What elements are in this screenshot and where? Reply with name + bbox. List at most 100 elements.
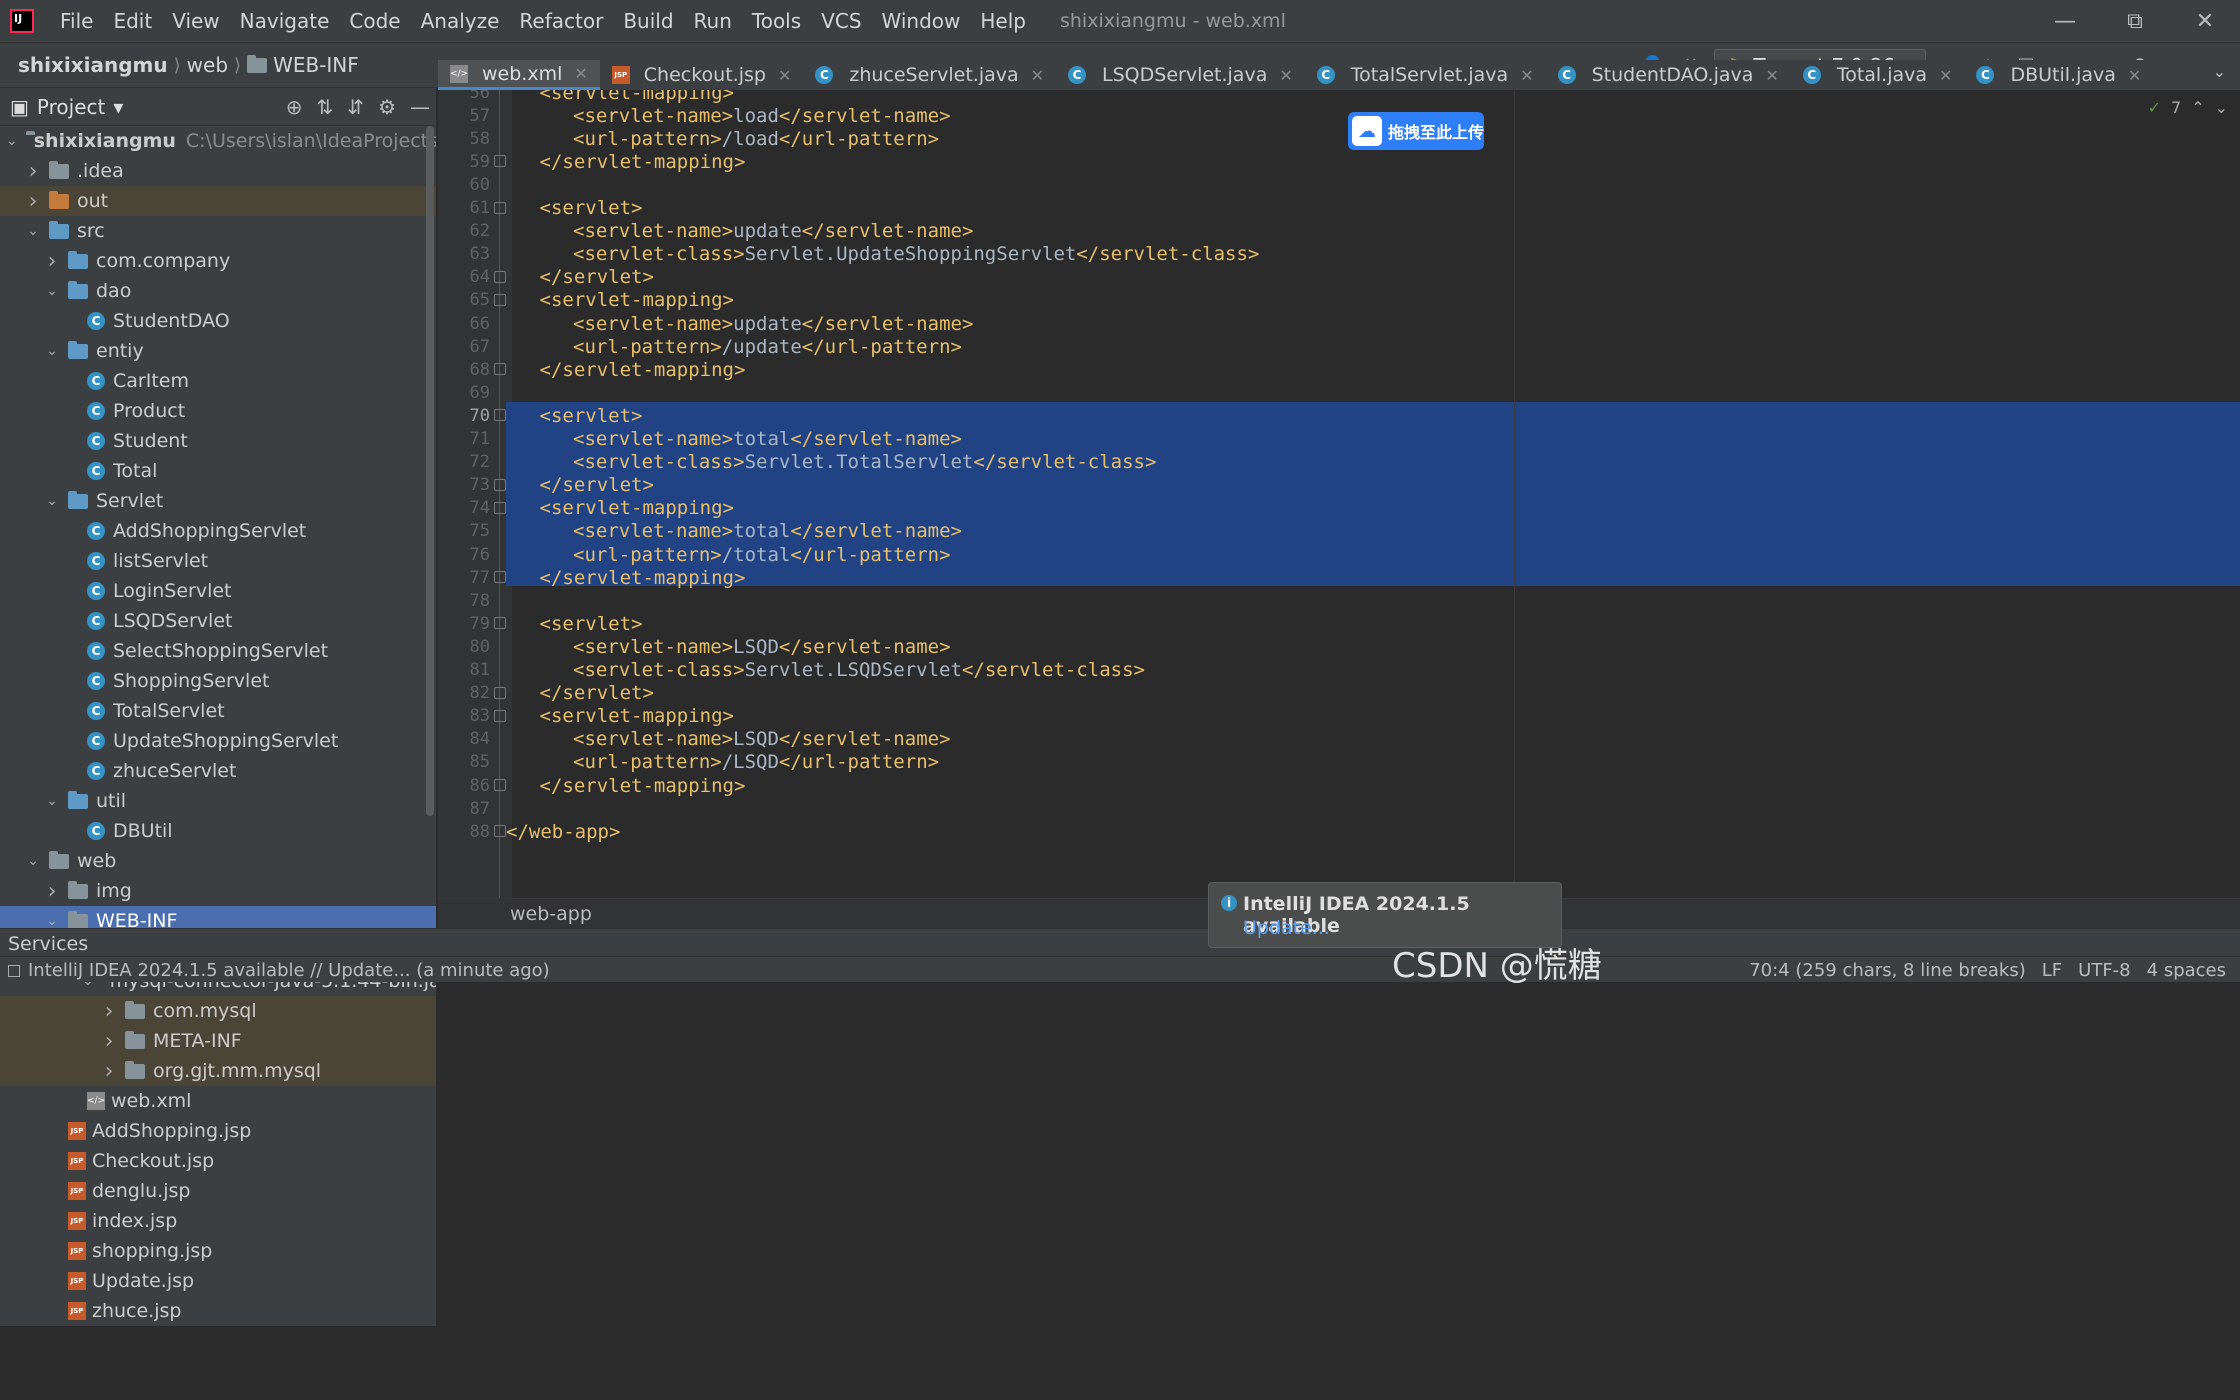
chevron-down-icon[interactable]: ⌄ xyxy=(44,343,60,359)
fold-marker-icon[interactable] xyxy=(494,617,506,630)
tree-item[interactable]: ›CDBUtil xyxy=(0,816,436,846)
tree-item[interactable]: ›CStudentDAO xyxy=(0,306,436,336)
fold-marker-icon[interactable] xyxy=(494,571,506,584)
tree-item[interactable]: ›ClistServlet xyxy=(0,546,436,576)
tab-checkout-jsp[interactable]: JSP Checkout.jsp ✕ xyxy=(600,60,804,90)
code-editor[interactable]: 56 <servlet-mapping> 57 <servlet-name>load<… xyxy=(438,90,2240,898)
chevron-right-icon[interactable]: › xyxy=(101,1029,117,1054)
chevron-right-icon[interactable]: › xyxy=(101,1059,117,1084)
tab-dbutil-java[interactable]: C DBUtil.java ✕ xyxy=(1964,60,2153,90)
menu-navigate[interactable]: Navigate xyxy=(230,9,340,33)
close-tab-icon[interactable]: ✕ xyxy=(574,64,587,83)
chevron-down-icon[interactable]: ⌄ xyxy=(44,913,60,929)
chevron-down-icon[interactable]: ⌄ xyxy=(2215,98,2228,117)
tree-item[interactable]: ⌄ Servlet xyxy=(0,486,436,516)
tree-item[interactable]: ›CUpdateShoppingServlet xyxy=(0,726,436,756)
breadcrumb-project[interactable]: shixixiangmu xyxy=(0,53,174,77)
close-tab-icon[interactable]: ✕ xyxy=(1939,66,1952,85)
tree-item[interactable]: › com.company xyxy=(0,246,436,276)
file-encoding[interactable]: UTF-8 xyxy=(2078,960,2130,981)
chevron-right-icon[interactable]: › xyxy=(25,159,41,184)
fold-marker-icon[interactable] xyxy=(494,501,506,514)
chevron-right-icon[interactable]: › xyxy=(44,249,60,274)
tree-item[interactable]: ›CShoppingServlet xyxy=(0,666,436,696)
tree-item[interactable]: ›CSelectShoppingServlet xyxy=(0,636,436,666)
baidu-upload-widget[interactable]: ☁ 拖拽至此上传 xyxy=(1348,112,1484,150)
tab-total-java[interactable]: C Total.java ✕ xyxy=(1791,60,1965,90)
tab-studentdao-java[interactable]: C StudentDAO.java ✕ xyxy=(1546,60,1791,90)
menu-analyze[interactable]: Analyze xyxy=(411,9,510,33)
tree-item[interactable]: ⌄ dao xyxy=(0,276,436,306)
tab-web-xml[interactable]: </> web.xml ✕ xyxy=(438,60,600,90)
fold-marker-icon[interactable] xyxy=(494,201,506,214)
close-tab-icon[interactable]: ✕ xyxy=(1520,66,1533,85)
close-tab-icon[interactable]: ✕ xyxy=(1765,66,1778,85)
collapse-all-icon[interactable]: ⇵ xyxy=(347,95,364,119)
tree-item[interactable]: ›CTotalServlet xyxy=(0,696,436,726)
tree-item[interactable]: › org.gjt.mm.mysql xyxy=(0,1056,436,1086)
fold-marker-icon[interactable] xyxy=(494,709,506,722)
tree-item[interactable]: › .idea xyxy=(0,156,436,186)
update-link[interactable]: Update... xyxy=(1243,917,1330,939)
menu-edit[interactable]: Edit xyxy=(103,9,162,33)
close-icon[interactable]: ✕ xyxy=(2170,0,2240,42)
tree-item[interactable]: › img xyxy=(0,876,436,906)
tree-item[interactable]: ⌄ entiy xyxy=(0,336,436,366)
close-tab-icon[interactable]: ✕ xyxy=(1031,66,1044,85)
menu-file[interactable]: File xyxy=(50,9,103,33)
tree-item[interactable]: ⌄ web xyxy=(0,846,436,876)
project-view-select[interactable]: ▣ Project ▾ xyxy=(10,95,123,119)
menu-view[interactable]: View xyxy=(162,9,229,33)
tree-item[interactable]: ›JSPUpdate.jsp xyxy=(0,1266,436,1296)
tree-item[interactable]: ›JSPindex.jsp xyxy=(0,1206,436,1236)
menu-build[interactable]: Build xyxy=(613,9,683,33)
chevron-right-icon[interactable]: › xyxy=(25,189,41,214)
gear-icon[interactable]: ⚙ xyxy=(378,95,396,119)
tab-lsqdservlet-java[interactable]: C LSQDServlet.java ✕ xyxy=(1056,60,1305,90)
chevron-up-icon[interactable]: ⌃ xyxy=(2191,98,2204,117)
tree-item[interactable]: ›JSPshopping.jsp xyxy=(0,1236,436,1266)
fold-marker-icon[interactable] xyxy=(494,825,506,838)
inspection-widget[interactable]: ✓ 7 ⌃ ⌄ xyxy=(2148,98,2228,117)
fold-marker-icon[interactable] xyxy=(494,686,506,699)
tree-item[interactable]: ›CLSQDServlet xyxy=(0,606,436,636)
line-separator[interactable]: LF xyxy=(2042,960,2062,981)
chevron-right-icon[interactable]: › xyxy=(101,999,117,1024)
toolwindow-toggle-icon[interactable] xyxy=(8,964,20,977)
tree-item[interactable]: ⌄ src xyxy=(0,216,436,246)
fold-marker-icon[interactable] xyxy=(494,409,506,422)
menu-run[interactable]: Run xyxy=(684,9,742,33)
tree-item[interactable]: ›CzhuceServlet xyxy=(0,756,436,786)
tree-item[interactable]: ⌄ shixixiangmu C:\Users\islan\IdeaProjects… xyxy=(0,126,436,156)
services-tab[interactable]: Services xyxy=(8,933,88,955)
fold-marker-icon[interactable] xyxy=(494,293,506,306)
chevron-down-icon[interactable]: ⌄ xyxy=(44,493,60,509)
tree-item[interactable]: ›CStudent xyxy=(0,426,436,456)
restore-icon[interactable]: ⧉ xyxy=(2100,0,2170,42)
hide-icon[interactable]: — xyxy=(410,95,430,119)
menu-tools[interactable]: Tools xyxy=(742,9,811,33)
tree-item[interactable]: ›</>web.xml xyxy=(0,1086,436,1116)
indent-setting[interactable]: 4 spaces xyxy=(2147,960,2226,981)
fold-marker-icon[interactable] xyxy=(494,478,506,491)
tree-item[interactable]: ›CProduct xyxy=(0,396,436,426)
expand-all-icon[interactable]: ⇅ xyxy=(317,95,334,119)
tree-item[interactable]: ›JSPAddShopping.jsp xyxy=(0,1116,436,1146)
breadcrumb-web[interactable]: web xyxy=(181,53,234,77)
tab-totalservlet-java[interactable]: C TotalServlet.java ✕ xyxy=(1305,60,1546,90)
chevron-down-icon[interactable]: ⌄ xyxy=(25,853,41,869)
status-message[interactable]: IntelliJ IDEA 2024.1.5 available // Upda… xyxy=(28,960,550,981)
menu-window[interactable]: Window xyxy=(872,9,971,33)
menu-help[interactable]: Help xyxy=(970,9,1036,33)
tree-item[interactable]: ›CLoginServlet xyxy=(0,576,436,606)
tree-item[interactable]: ›JSPdenglu.jsp xyxy=(0,1176,436,1206)
project-scrollbar[interactable] xyxy=(426,126,434,816)
tree-item[interactable]: › com.mysql xyxy=(0,996,436,1026)
menu-code[interactable]: Code xyxy=(339,9,410,33)
editor-breadcrumb[interactable]: web-app xyxy=(510,903,592,925)
tree-item[interactable]: ›JSPCheckout.jsp xyxy=(0,1146,436,1176)
tree-item[interactable]: ›CTotal xyxy=(0,456,436,486)
menu-vcs[interactable]: VCS xyxy=(811,9,871,33)
caret-position[interactable]: 70:4 (259 chars, 8 line breaks) xyxy=(1749,960,2026,981)
chevron-down-icon[interactable]: ⌄ xyxy=(44,793,60,809)
